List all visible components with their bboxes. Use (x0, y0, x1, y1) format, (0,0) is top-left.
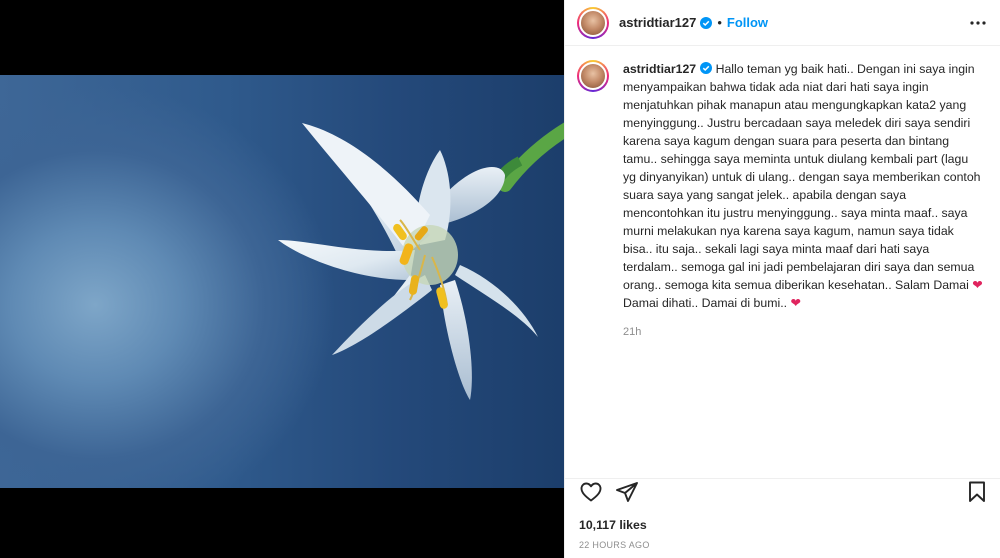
post-photo[interactable] (0, 75, 564, 488)
caption-body: astridtiar127 Hallo teman yg baik hati..… (623, 60, 983, 338)
post-caption: astridtiar127 Hallo teman yg baik hati..… (577, 60, 989, 338)
caption-text: astridtiar127 Hallo teman yg baik hati..… (623, 60, 983, 312)
caption-ending: Damai dihati.. Damai di bumi.. (623, 296, 788, 310)
author-username[interactable]: astridtiar127 (619, 15, 696, 30)
paper-plane-icon[interactable] (615, 480, 639, 504)
caption-content: Hallo teman yg baik hati.. Dengan ini sa… (623, 62, 981, 292)
caption-username[interactable]: astridtiar127 (623, 62, 696, 76)
verified-badge-icon (700, 62, 713, 74)
follow-button[interactable]: Follow (727, 15, 768, 30)
heart-emoji: ❤ (972, 278, 983, 292)
instagram-post: astridtiar127 • Follow astridtiar127 Hal… (0, 0, 1000, 558)
caption-timestamp[interactable]: 21h (623, 326, 983, 338)
post-side-panel: astridtiar127 • Follow astridtiar127 Hal… (564, 0, 1000, 558)
heart-emoji: ❤ (790, 296, 801, 310)
heart-outline-icon[interactable] (579, 480, 603, 504)
more-options-icon[interactable] (969, 14, 987, 32)
verified-badge-icon (700, 16, 713, 29)
post-header: astridtiar127 • Follow (565, 0, 1000, 46)
author-avatar[interactable] (577, 6, 609, 39)
post-timestamp: 22 HOURS AGO (579, 540, 650, 550)
post-media (0, 0, 564, 558)
bookmark-icon[interactable] (965, 480, 989, 504)
caption-avatar[interactable] (577, 60, 609, 92)
likes-count[interactable]: 10,117 likes (579, 518, 647, 532)
separator-dot: • (717, 15, 722, 30)
lily-flower-image (278, 122, 564, 400)
